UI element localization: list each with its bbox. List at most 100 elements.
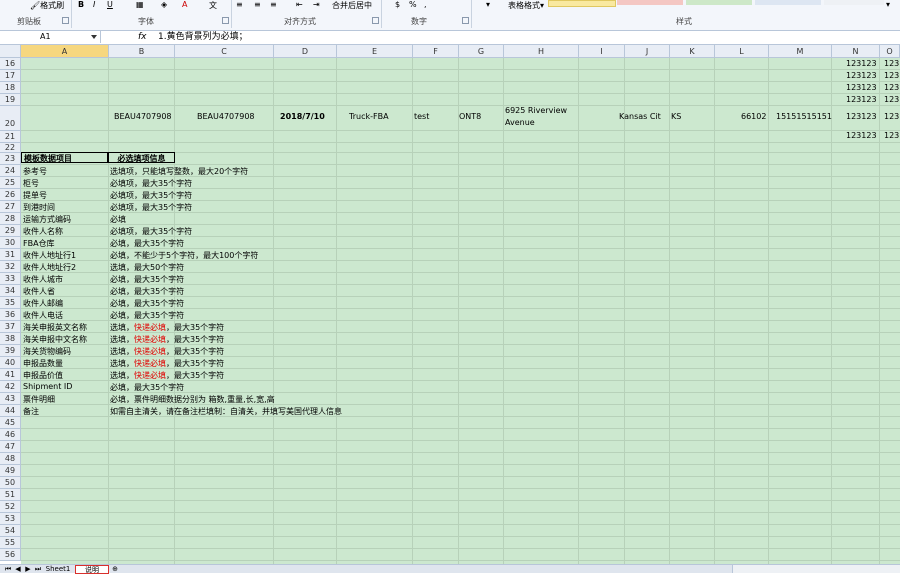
row-header-39[interactable]: 39 <box>0 345 21 357</box>
column-header-H[interactable]: H <box>504 45 579 58</box>
cell-A23[interactable]: 模板数据项目 <box>21 152 108 163</box>
bold-button[interactable]: B <box>78 0 84 10</box>
row-header-23[interactable]: 23 <box>0 153 21 165</box>
tab-instructions[interactable]: 说明 <box>75 565 109 574</box>
cell-F20[interactable]: test <box>414 112 429 121</box>
cell-B26[interactable]: 必填项，最大35个字符 <box>110 190 192 201</box>
cell-M20[interactable]: 15151515151 <box>776 112 832 121</box>
row-header-33[interactable]: 33 <box>0 273 21 285</box>
name-box[interactable]: A1 <box>0 31 101 43</box>
cell-A30[interactable]: FBA仓库 <box>23 238 55 249</box>
row-header-35[interactable]: 35 <box>0 297 21 309</box>
cell-A36[interactable]: 收件人电话 <box>23 310 63 321</box>
row-header-54[interactable]: 54 <box>0 525 21 537</box>
row-header-44[interactable]: 44 <box>0 405 21 417</box>
clipboard-launcher-icon[interactable] <box>62 17 69 24</box>
cell-N21[interactable]: 123123 <box>846 131 877 140</box>
row-header-41[interactable]: 41 <box>0 369 21 381</box>
italic-button[interactable]: I <box>93 0 95 10</box>
row-header-48[interactable]: 48 <box>0 453 21 465</box>
row-header-17[interactable]: 17 <box>0 70 21 82</box>
cell-O17[interactable]: 123 <box>884 71 899 80</box>
row-header-30[interactable]: 30 <box>0 237 21 249</box>
fill-color-button[interactable]: ◈ <box>161 0 167 10</box>
cell-O20[interactable]: 123 <box>884 112 899 121</box>
indent-button[interactable]: ⇤ <box>296 0 303 10</box>
column-header-I[interactable]: I <box>579 45 625 58</box>
row-header-45[interactable]: 45 <box>0 417 21 429</box>
row-header-29[interactable]: 29 <box>0 225 21 237</box>
currency-button[interactable]: $ <box>395 0 400 10</box>
row-header-56[interactable]: 56 <box>0 549 21 561</box>
cell-B36[interactable]: 必填，最大35个字符 <box>110 310 184 321</box>
cell-A33[interactable]: 收件人城市 <box>23 274 63 285</box>
row-header-50[interactable]: 50 <box>0 477 21 489</box>
cell-B24[interactable]: 选填项，只能填写整数，最大20个字符 <box>110 166 248 177</box>
cell-C20[interactable]: BEAU4707908 <box>197 112 255 121</box>
percent-button[interactable]: % <box>409 0 417 10</box>
outdent-button[interactable]: ⇥ <box>313 0 320 10</box>
row-header-37[interactable]: 37 <box>0 321 21 333</box>
row-header-27[interactable]: 27 <box>0 201 21 213</box>
number-launcher-icon[interactable] <box>462 17 469 24</box>
cell-A26[interactable]: 提单号 <box>23 190 47 201</box>
style-swatch-blue[interactable] <box>755 0 821 5</box>
merge-center-button[interactable]: 合并后居中 <box>332 0 372 10</box>
row-header-52[interactable]: 52 <box>0 501 21 513</box>
align-right-button[interactable]: ≡ <box>270 0 277 10</box>
column-header-M[interactable]: M <box>769 45 832 58</box>
cell-B32[interactable]: 选填，最大50个字符 <box>110 262 184 273</box>
row-header-43[interactable]: 43 <box>0 393 21 405</box>
cell-A35[interactable]: 收件人邮编 <box>23 298 63 309</box>
column-header-C[interactable]: C <box>175 45 274 58</box>
row-header-28[interactable]: 28 <box>0 213 21 225</box>
cell-O18[interactable]: 123 <box>884 83 899 92</box>
cell-B30[interactable]: 必填，最大35个字符 <box>110 238 184 249</box>
cell-B42[interactable]: 必填，最大35个字符 <box>110 382 184 393</box>
cell-N16[interactable]: 123123 <box>846 59 877 68</box>
row-header-25[interactable]: 25 <box>0 177 21 189</box>
underline-button[interactable]: U <box>107 0 113 10</box>
style-swatch-green[interactable] <box>686 0 752 5</box>
cell-G20[interactable]: ONT8 <box>459 112 481 121</box>
cell-A38[interactable]: 海关申报中文名称 <box>23 334 87 345</box>
cell-K20[interactable]: KS <box>671 112 681 121</box>
alignment-launcher-icon[interactable] <box>372 17 379 24</box>
row-header-46[interactable]: 46 <box>0 429 21 441</box>
column-header-F[interactable]: F <box>413 45 459 58</box>
column-header-N[interactable]: N <box>832 45 880 58</box>
align-center-button[interactable]: ≡ <box>254 0 261 10</box>
cell-B25[interactable]: 必填项，最大35个字符 <box>110 178 192 189</box>
cell-O16[interactable]: 123 <box>884 59 899 68</box>
column-header-D[interactable]: D <box>274 45 337 58</box>
row-header-38[interactable]: 38 <box>0 333 21 345</box>
row-header-53[interactable]: 53 <box>0 513 21 525</box>
style-swatch-pink[interactable] <box>617 0 683 5</box>
cell-A42[interactable]: Shipment ID <box>23 382 72 391</box>
column-header-L[interactable]: L <box>715 45 769 58</box>
row-header-42[interactable]: 42 <box>0 381 21 393</box>
column-header-B[interactable]: B <box>109 45 175 58</box>
select-all-corner[interactable] <box>0 45 21 58</box>
align-left-button[interactable]: ≡ <box>236 0 243 10</box>
cell-A29[interactable]: 收件人名称 <box>23 226 63 237</box>
cell-A37[interactable]: 海关申报英文名称 <box>23 322 87 333</box>
column-header-K[interactable]: K <box>670 45 715 58</box>
row-header-24[interactable]: 24 <box>0 165 21 177</box>
row-header-34[interactable]: 34 <box>0 285 21 297</box>
cell-B23[interactable]: 必选填项信息 <box>108 152 175 163</box>
row-header-21[interactable]: 21 <box>0 131 21 143</box>
row-header-22[interactable]: 22 <box>0 143 21 153</box>
cell-B39[interactable]: 选填，快递必填，最大35个字符 <box>110 346 224 357</box>
cell-B44[interactable]: 如需自主清关，请在备注栏填制：自清关，并填写美国代理人信息 <box>110 406 342 417</box>
cell-O19[interactable]: 123 <box>884 95 899 104</box>
cell-I20[interactable]: Kansas Cit <box>619 112 661 121</box>
comma-button[interactable]: , <box>424 0 427 10</box>
cell-A43[interactable]: 票件明细 <box>23 394 55 405</box>
column-header-O[interactable]: O <box>880 45 900 58</box>
row-header-20[interactable]: 20 <box>0 106 21 131</box>
cell-A40[interactable]: 申报品数量 <box>23 358 63 369</box>
cell-N18[interactable]: 123123 <box>846 83 877 92</box>
cell-B34[interactable]: 必填，最大35个字符 <box>110 286 184 297</box>
cell-B38[interactable]: 选填，快递必填，最大35个字符 <box>110 334 224 345</box>
